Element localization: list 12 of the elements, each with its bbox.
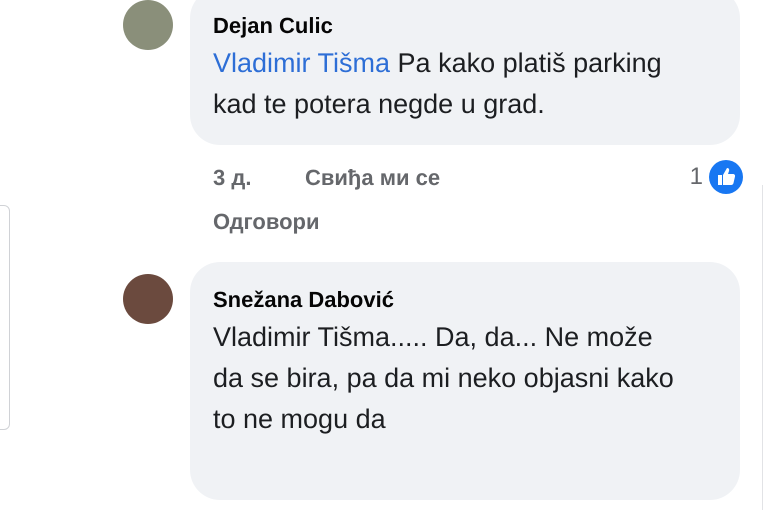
- like-link[interactable]: Свиђа ми се: [305, 160, 440, 194]
- avatar[interactable]: [123, 274, 173, 324]
- reaction-count[interactable]: 1: [690, 159, 703, 195]
- comment-text: Vladimir Tišma Pa kako platiš parking kad te potera negde u grad.: [213, 47, 663, 121]
- comment-text: Vladimir Tišma..... Da, da... Ne može da se bira, pa da mi neko objasni kako to ne mogu da: [213, 321, 675, 436]
- author-name[interactable]: Snežana Dabović: [213, 286, 720, 314]
- avatar[interactable]: [123, 0, 173, 50]
- reply-link[interactable]: Одговори: [213, 205, 320, 238]
- timestamp[interactable]: 3 д.: [213, 160, 305, 194]
- mention-link[interactable]: Vladimir Tišma: [213, 48, 390, 78]
- like-icon: [709, 160, 743, 194]
- author-name[interactable]: Dejan Culic: [213, 12, 720, 40]
